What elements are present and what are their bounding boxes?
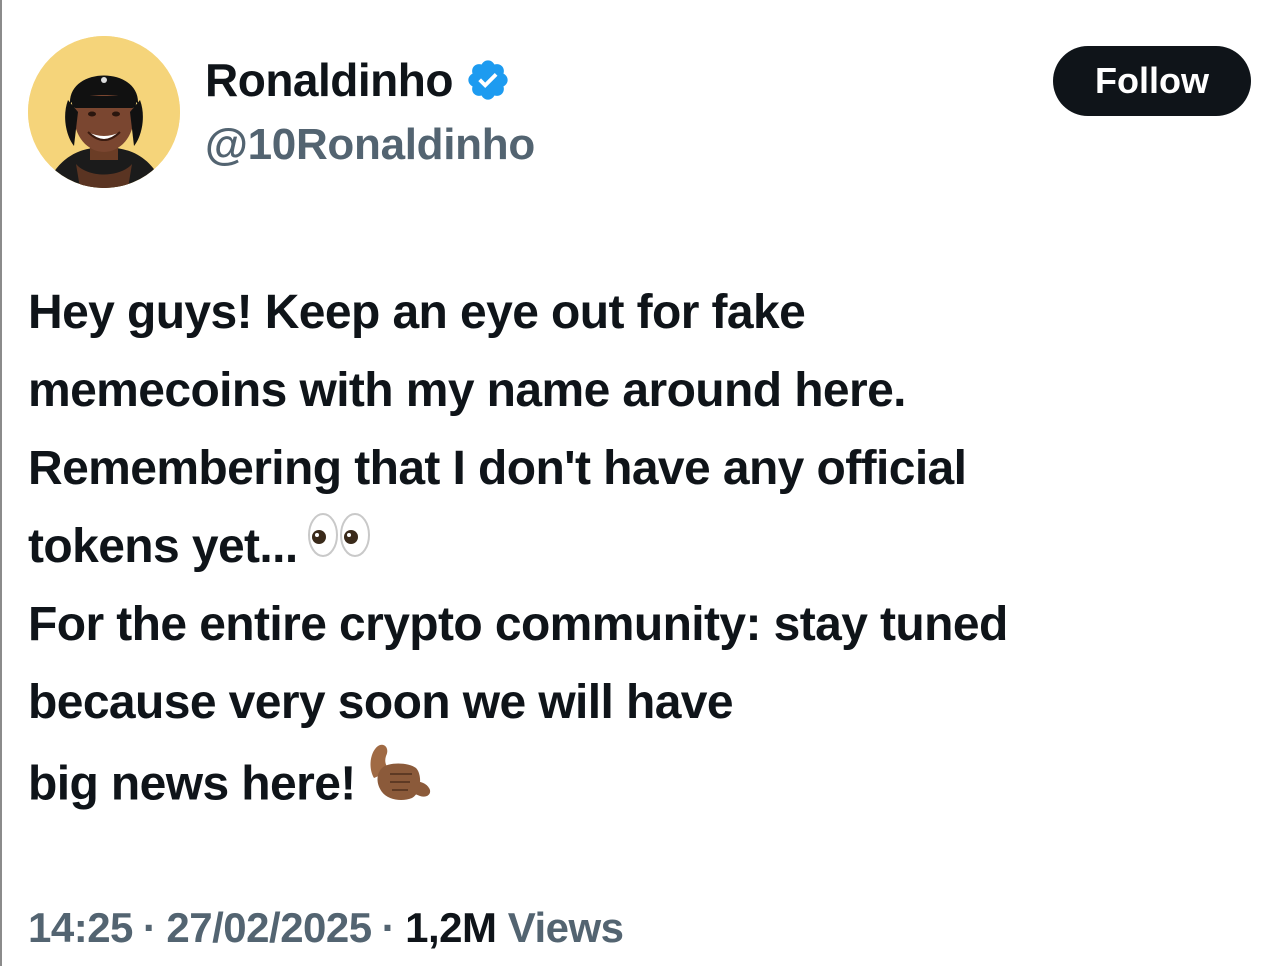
avatar[interactable] — [28, 36, 180, 188]
verified-badge-icon — [465, 57, 511, 103]
tweet-text: Hey guys! Keep an eye out for fake memec… — [28, 274, 1268, 820]
tweet-date[interactable]: 27/02/2025 — [166, 904, 372, 951]
avatar-image — [28, 36, 180, 188]
tweet-line: because very soon we will have — [28, 676, 734, 729]
eyes-emoji-icon — [306, 506, 372, 584]
tweet-line-text: big news here! — [28, 757, 356, 811]
tweet-line-text: tokens yet... — [28, 520, 298, 573]
call-me-hand-emoji-icon — [364, 738, 434, 828]
tweet-card: Ronaldinho @10Ronaldinho Follow Hey guys… — [0, 0, 1280, 966]
tweet-line: For the entire crypto community: stay tu… — [28, 598, 1008, 651]
follow-button[interactable]: Follow — [1053, 46, 1251, 116]
views-label[interactable]: Views — [508, 904, 624, 951]
tweet-meta: 14:25 · 27/02/2025 · 1,2M Views — [28, 898, 624, 958]
tweet-line: Hey guys! Keep an eye out for fake — [28, 286, 806, 339]
author-handle[interactable]: @10Ronaldinho — [205, 118, 535, 172]
tweet-line-with-emoji: tokens yet... — [28, 508, 1268, 586]
views-count: 1,2M — [405, 904, 497, 951]
display-name[interactable]: Ronaldinho — [205, 52, 453, 108]
author-name-row: Ronaldinho — [205, 52, 511, 108]
tweet-time[interactable]: 14:25 — [28, 904, 133, 951]
tweet-line: Remembering that I don't have any offici… — [28, 442, 967, 495]
tweet-line-with-emoji: big news here! — [28, 742, 1268, 820]
tweet-line: memecoins with my name around here. — [28, 364, 907, 417]
meta-separator: · — [381, 904, 396, 951]
meta-separator: · — [142, 904, 157, 951]
